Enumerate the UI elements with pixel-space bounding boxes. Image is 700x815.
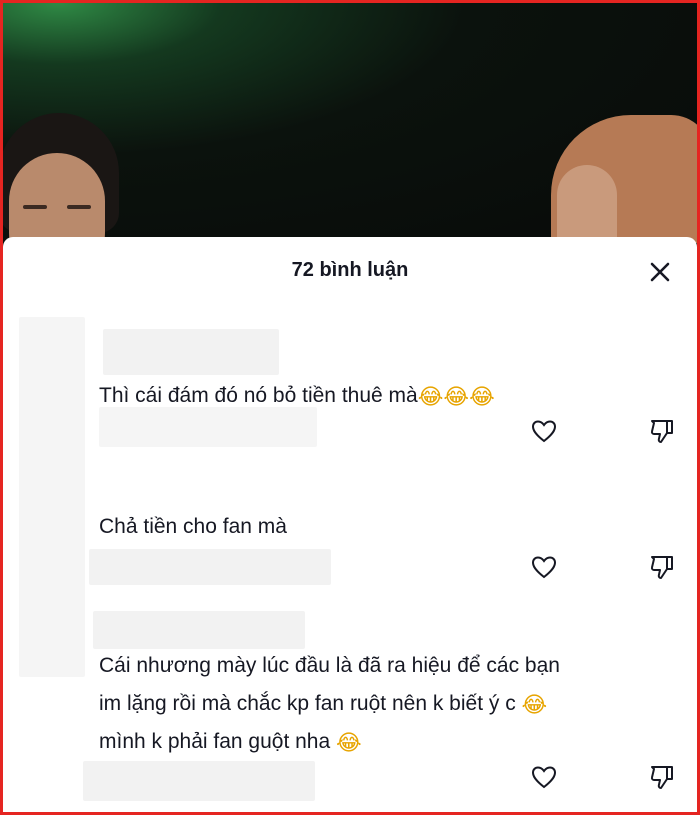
- dislike-thumbs-down-icon[interactable]: [647, 552, 677, 582]
- like-heart-icon[interactable]: [529, 552, 559, 582]
- username-blurred: [93, 611, 305, 649]
- dislike-thumbs-down-icon[interactable]: [647, 762, 677, 792]
- like-heart-icon[interactable]: [529, 762, 559, 792]
- video-player[interactable]: [3, 3, 697, 243]
- comment-meta-blurred: [99, 407, 317, 447]
- video-person-left: [3, 113, 119, 243]
- comments-sheet: 72 bình luận Thì cái đám đó nó bỏ tiền t…: [3, 237, 697, 812]
- comment-emoji: 😂: [521, 693, 548, 718]
- dislike-thumbs-down-icon[interactable]: [647, 416, 677, 446]
- comment-body-line-2: im lặng rồi mà chắc kp fan ruột nên k bi…: [99, 692, 516, 715]
- comment-body-line-3: mình k phải fan guột nha: [99, 730, 331, 753]
- comments-count-title: 72 bình luận: [291, 259, 409, 281]
- comment-text-line: mình k phải fan guột nha 😂: [99, 725, 362, 759]
- comment-meta-blurred: [83, 761, 315, 801]
- comments-header: 72 bình luận: [3, 237, 697, 301]
- comment-meta-blurred: [89, 549, 331, 585]
- like-heart-icon[interactable]: [529, 416, 559, 446]
- close-icon[interactable]: [645, 257, 675, 287]
- comment-emoji: 😂😂😂: [417, 385, 495, 410]
- username-blurred: [103, 329, 279, 375]
- video-person-right: [551, 115, 697, 243]
- comment-emoji: 😂: [336, 731, 362, 756]
- avatar-blurred: [19, 317, 85, 677]
- comment-text-line: im lặng rồi mà chắc kp fan ruột nên k bi…: [99, 687, 547, 721]
- comment-body: Chả tiền cho fan mà: [99, 515, 287, 538]
- screenshot-frame: 72 bình luận Thì cái đám đó nó bỏ tiền t…: [0, 0, 700, 815]
- comment-text: Chả tiền cho fan mà: [99, 510, 287, 544]
- comment-text-line: Cái nhương mày lúc đầu là đã ra hiệu để …: [99, 649, 560, 683]
- comment-body-line-1: Cái nhương mày lúc đầu là đã ra hiệu để …: [99, 654, 560, 677]
- comment-body: Thì cái đám đó nó bỏ tiền thuê mà: [99, 384, 418, 407]
